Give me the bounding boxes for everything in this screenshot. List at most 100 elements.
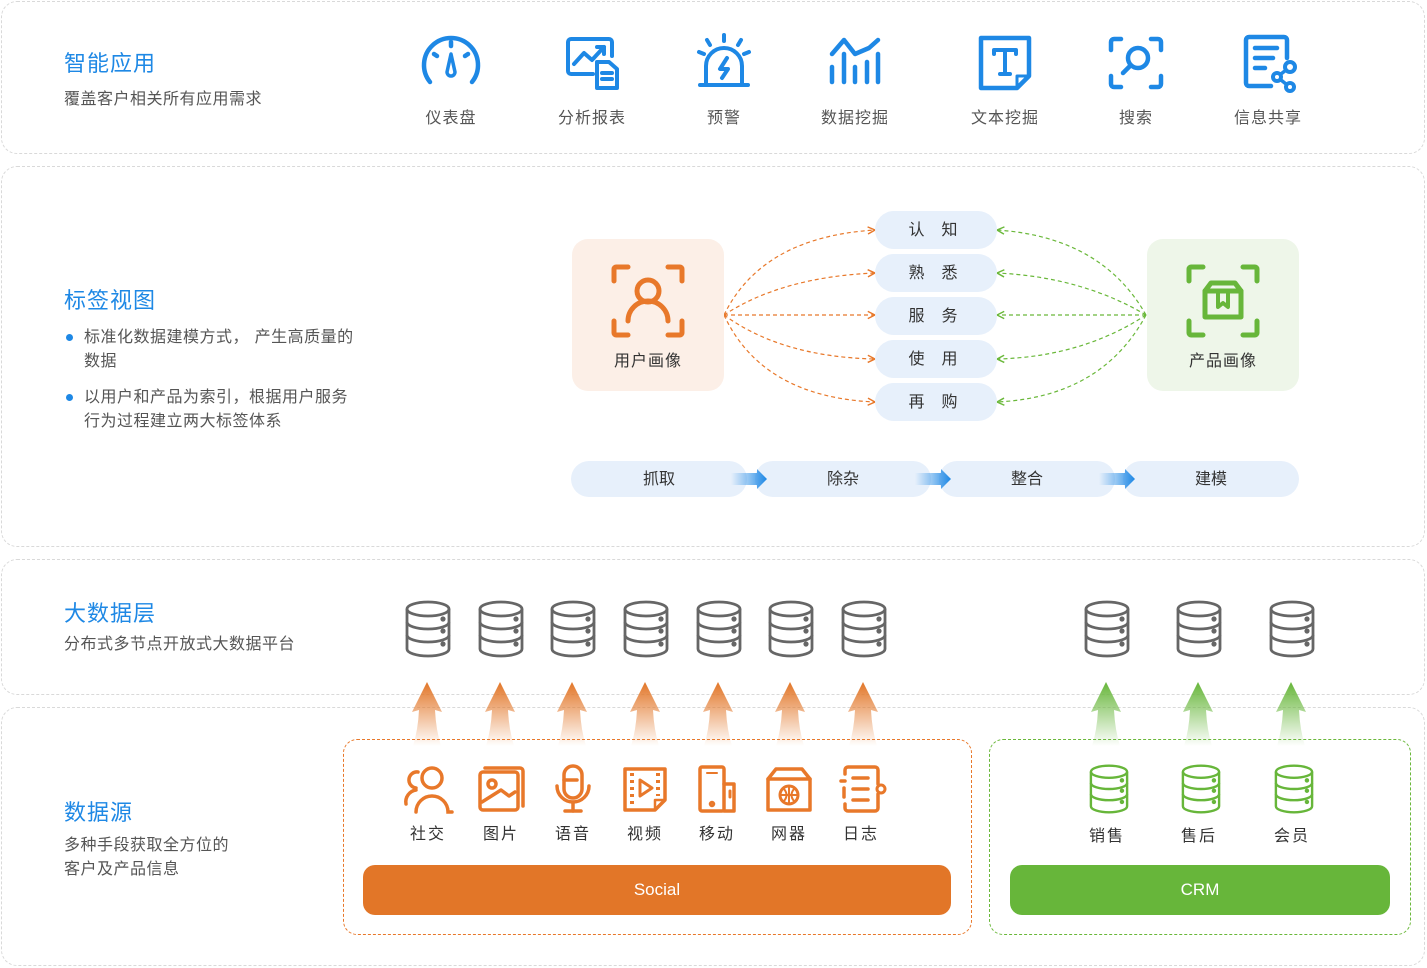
search-scan-icon xyxy=(1108,36,1164,90)
stage-repurchase[interactable]: 再 购 xyxy=(875,383,997,421)
bigdata-layer-desc: 分布式多节点开放式大数据平台 xyxy=(64,634,296,653)
bigdata-layer-panel: 大数据层 分布式多节点开放式大数据平台 xyxy=(1,559,1425,695)
source-label: 语音 xyxy=(554,824,591,843)
tag-view-panel: 标签视图 标准化数据建模方式， 产生高质量的数据 以用户和产品为索引，根据用户服… xyxy=(1,166,1425,547)
crm-bar[interactable]: CRM xyxy=(1010,865,1390,915)
app-item-report[interactable]: 分析报表 xyxy=(537,32,647,128)
process-arrow-icon xyxy=(915,469,951,489)
source-item-network-device[interactable]: 网器 xyxy=(757,764,821,844)
database-icon xyxy=(550,600,596,658)
app-label: 数据挖掘 xyxy=(820,108,889,127)
source-item-social[interactable]: 社交 xyxy=(396,764,460,844)
bullet-item: 以用户和产品为索引，根据用户服务行为过程建立两大标签体系 xyxy=(64,385,354,433)
process-flow: 抓取 除杂 整合 建模 xyxy=(571,461,1299,499)
source-item-crm[interactable]: 售后 xyxy=(1167,764,1231,846)
app-item-data-mining[interactable]: 数据挖掘 xyxy=(800,32,910,128)
alarm-siren-icon xyxy=(697,33,751,87)
picture-icon xyxy=(478,766,525,812)
product-profile-label: 产品画像 xyxy=(1188,351,1257,370)
bigdata-database[interactable] xyxy=(767,600,815,658)
app-item-share[interactable]: 信息共享 xyxy=(1213,32,1323,128)
sales-database-icon xyxy=(1089,764,1129,814)
data-source-desc: 多种手段获取全方位的 客户及产品信息 xyxy=(64,833,229,881)
source-item-mobile[interactable]: 移动 xyxy=(685,764,749,844)
app-layer-title: 智能应用 xyxy=(64,52,157,77)
source-item-voice[interactable]: 语音 xyxy=(541,764,605,844)
source-label: 销售 xyxy=(1088,826,1125,845)
microphone-icon xyxy=(555,764,591,813)
flow-product-to-stage-4 xyxy=(997,314,1147,359)
source-item-picture[interactable]: 图片 xyxy=(469,764,533,844)
app-item-search[interactable]: 搜索 xyxy=(1081,32,1191,128)
database-icon xyxy=(405,600,451,658)
bigdata-database[interactable] xyxy=(1175,600,1223,658)
flow-product-to-stage-5 xyxy=(997,314,1147,402)
source-label: 会员 xyxy=(1273,826,1310,845)
mobile-device-icon xyxy=(698,765,736,813)
app-label: 文本挖掘 xyxy=(970,108,1039,127)
bigdata-database[interactable] xyxy=(549,600,597,658)
source-label: 社交 xyxy=(409,824,446,843)
stage-usage[interactable]: 使 用 xyxy=(875,340,997,378)
bigdata-database[interactable] xyxy=(1268,600,1316,658)
tag-view-title: 标签视图 xyxy=(64,289,157,314)
source-label: 视频 xyxy=(626,824,663,843)
data-source-desc-line: 多种手段获取全方位的 xyxy=(64,835,230,854)
app-item-dashboard[interactable]: 仪表盘 xyxy=(396,32,506,128)
process-arrow-icon xyxy=(1099,469,1135,489)
aftersales-database-icon xyxy=(1181,764,1221,814)
process-arrows xyxy=(731,469,1135,489)
app-label: 预警 xyxy=(706,108,741,127)
share-document-icon xyxy=(1243,34,1297,93)
database-icon xyxy=(623,600,669,658)
database-icon xyxy=(478,600,524,658)
social-people-icon xyxy=(404,766,454,814)
bigdata-layer-title: 大数据层 xyxy=(64,602,157,627)
bigdata-database[interactable] xyxy=(840,600,888,658)
data-source-panel: 数据源 多种手段获取全方位的 客户及产品信息 社交 图片 语音 视频 移动 网器… xyxy=(1,707,1425,966)
tag-view-bullets: 标准化数据建模方式， 产生高质量的数据 以用户和产品为索引，根据用户服务行为过程… xyxy=(64,325,354,445)
social-bar[interactable]: Social xyxy=(363,865,951,915)
user-profile-icon xyxy=(611,264,685,338)
source-item-crm[interactable]: 会员 xyxy=(1260,764,1324,846)
app-layer-panel: 智能应用 覆盖客户相关所有应用需求 仪表盘 分析报表 预警 数据挖掘 文本挖掘 … xyxy=(1,1,1425,154)
source-label: 移动 xyxy=(698,824,735,843)
source-item-video[interactable]: 视频 xyxy=(613,764,677,844)
database-icon xyxy=(696,600,742,658)
database-icon xyxy=(841,600,887,658)
app-label: 仪表盘 xyxy=(425,108,477,127)
user-profile-card[interactable]: 用户画像 xyxy=(572,239,724,391)
product-profile-icon xyxy=(1186,264,1260,338)
app-layer-desc: 覆盖客户相关所有应用需求 xyxy=(64,89,263,108)
source-item-crm[interactable]: 销售 xyxy=(1075,764,1139,846)
stage-awareness[interactable]: 认 知 xyxy=(875,211,997,249)
bigdata-database[interactable] xyxy=(695,600,743,658)
flow-user-to-stage-2 xyxy=(723,273,875,316)
app-item-alarm[interactable]: 预警 xyxy=(669,32,779,128)
source-label: 售后 xyxy=(1180,826,1217,845)
database-icon xyxy=(1176,600,1222,658)
database-icon xyxy=(768,600,814,658)
bigdata-database[interactable] xyxy=(404,600,452,658)
source-label: 图片 xyxy=(482,824,519,843)
app-label: 信息共享 xyxy=(1233,108,1302,127)
stage-service[interactable]: 服 务 xyxy=(875,297,997,335)
bigdata-database[interactable] xyxy=(622,600,670,658)
flow-product-to-stage-2 xyxy=(997,273,1147,316)
bigdata-database[interactable] xyxy=(477,600,525,658)
product-profile-card[interactable]: 产品画像 xyxy=(1147,239,1299,391)
process-arrow-icon xyxy=(731,469,767,489)
flow-user-to-stage-4 xyxy=(723,314,875,359)
app-label: 搜索 xyxy=(1118,108,1153,127)
network-device-icon xyxy=(766,767,812,812)
app-item-text-mining[interactable]: 文本挖掘 xyxy=(950,32,1060,128)
bigdata-database[interactable] xyxy=(1083,600,1131,658)
log-notebook-icon xyxy=(839,765,887,813)
stage-familiarity[interactable]: 熟 悉 xyxy=(875,254,997,292)
flow-user-to-stage-1 xyxy=(723,230,875,316)
analysis-report-icon xyxy=(566,37,619,90)
flow-user-to-stage-5 xyxy=(723,314,875,402)
source-item-log[interactable]: 日志 xyxy=(829,764,893,844)
user-profile-label: 用户画像 xyxy=(613,351,682,370)
database-icon xyxy=(1269,600,1315,658)
